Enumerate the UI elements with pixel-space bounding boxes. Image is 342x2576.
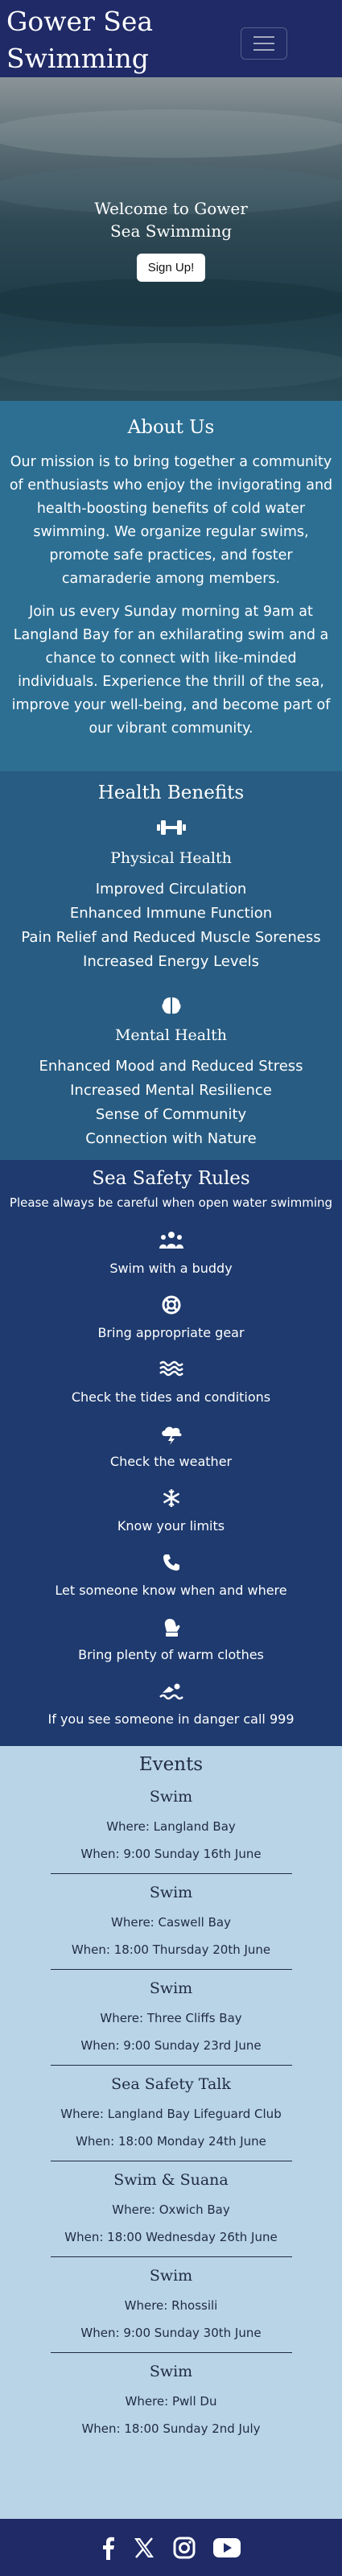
brand-logo-text[interactable]: Gower Sea Swimming xyxy=(6,3,200,77)
event-where: Where: Rhossili xyxy=(124,2298,218,2313)
event-card: Swim Where: Pwll Du When: 18:00 Sunday 2… xyxy=(51,2353,292,2448)
event-card: Swim Where: Three Cliffs Bay When: 9:00 … xyxy=(50,1970,292,2066)
event-card: Swim Where: Caswell Bay When: 18:00 Thur… xyxy=(50,1874,292,1970)
swimmer-icon xyxy=(0,1682,342,1704)
event-title: Swim xyxy=(149,1788,193,1806)
x-twitter-icon[interactable] xyxy=(133,2537,155,2559)
events-heading: Events xyxy=(138,1754,204,1775)
mental-health-list: Enhanced Mood and Reduced Stress Increas… xyxy=(0,1055,342,1151)
event-where: Where: Oxwich Bay xyxy=(112,2202,230,2217)
safety-rule: If you see someone in danger call 999 xyxy=(0,1682,342,1728)
rule-label: Check the tides and conditions xyxy=(71,1389,271,1405)
list-item: Enhanced Mood and Reduced Stress xyxy=(39,1058,303,1075)
rule-label: Bring plenty of warm clothes xyxy=(78,1647,264,1662)
hero-title: Welcome to Gower Sea Swimming xyxy=(94,198,248,241)
hamburger-menu-icon xyxy=(253,36,274,38)
sign-up-button[interactable]: Sign Up! xyxy=(136,253,206,282)
safety-rule: Know your limits xyxy=(0,1488,342,1535)
event-title: Swim xyxy=(149,1884,193,1901)
about-heading: About Us xyxy=(127,417,215,438)
event-title: Swim & Suana xyxy=(113,2171,229,2189)
event-when: When: 9:00 Sunday 23rd June xyxy=(80,2038,262,2053)
event-when: When: 18:00 Monday 24th June xyxy=(76,2134,266,2149)
about-section: About Us Our mission is to bring togethe… xyxy=(0,401,342,771)
event-where: Where: Three Cliffs Bay xyxy=(100,2011,242,2025)
rule-label: Bring appropriate gear xyxy=(97,1325,245,1340)
safety-rule: Check the weather xyxy=(0,1424,342,1471)
dumbbell-icon xyxy=(0,818,342,839)
safety-rule: Check the tides and conditions xyxy=(0,1360,342,1406)
about-paragraph: Join us every Sunday morning at 9am at L… xyxy=(11,604,331,737)
event-card: Swim Where: Langland Bay When: 9:00 Sund… xyxy=(50,1778,292,1874)
instagram-icon[interactable] xyxy=(173,2537,196,2559)
event-card: Swim & Suana Where: Oxwich Bay When: 18:… xyxy=(50,2161,292,2257)
health-heading: Health Benefits xyxy=(97,782,245,803)
footer xyxy=(0,2519,342,2576)
about-paragraph: Our mission is to bring together a commu… xyxy=(9,454,333,587)
hero-section: Welcome to Gower Sea Swimming Sign Up! xyxy=(0,77,342,401)
cloud-bolt-icon xyxy=(0,1424,342,1447)
snowflake-icon xyxy=(0,1488,342,1511)
list-item: Increased Mental Resilience xyxy=(70,1082,272,1099)
sea-safety-section: Sea Safety Rules Please always be carefu… xyxy=(0,1160,342,1746)
rule-label: Let someone know when and where xyxy=(55,1583,287,1598)
event-where: Where: Pwll Du xyxy=(125,2394,217,2409)
safety-rule: Bring plenty of warm clothes xyxy=(0,1617,342,1664)
event-when: When: 18:00 Sunday 2nd July xyxy=(81,2421,261,2436)
list-item: Sense of Community xyxy=(95,1106,247,1123)
physical-health-list: Improved Circulation Enhanced Immune Fun… xyxy=(0,877,342,974)
event-when: When: 9:00 Sunday 16th June xyxy=(80,1847,262,1861)
safety-rule: Bring appropriate gear xyxy=(0,1295,342,1342)
safety-rule: Swim with a buddy xyxy=(0,1231,342,1278)
event-when: When: 18:00 Wednesday 26th June xyxy=(64,2230,278,2244)
facebook-icon[interactable] xyxy=(102,2536,115,2560)
list-item: Connection with Nature xyxy=(85,1130,257,1147)
safety-rule: Let someone know when and where xyxy=(0,1553,342,1600)
events-section: Events Swim Where: Langland Bay When: 9:… xyxy=(0,1746,342,2519)
list-item: Increased Energy Levels xyxy=(83,953,259,970)
mental-health-title: Mental Health xyxy=(114,1026,228,1044)
navbar-toggle-button[interactable] xyxy=(241,27,287,60)
list-item: Enhanced Immune Function xyxy=(69,905,273,922)
health-benefits-section: Health Benefits Physical Health Improved… xyxy=(0,771,342,1160)
safety-heading: Sea Safety Rules xyxy=(92,1168,250,1189)
rule-label: If you see someone in danger call 999 xyxy=(47,1711,295,1727)
event-title: Sea Safety Talk xyxy=(111,2075,231,2093)
brain-icon xyxy=(0,995,342,1016)
mitten-icon xyxy=(0,1617,342,1640)
safety-subtitle: Please always be careful when open water… xyxy=(9,1195,333,1210)
phone-icon xyxy=(0,1553,342,1575)
list-item: Pain Relief and Reduced Muscle Soreness xyxy=(21,929,321,946)
rule-label: Check the weather xyxy=(109,1454,233,1469)
event-when: When: 9:00 Sunday 30th June xyxy=(80,2326,262,2340)
life-ring-icon xyxy=(0,1295,342,1318)
event-title: Swim xyxy=(149,2267,193,2285)
event-card: Sea Safety Talk Where: Langland Bay Life… xyxy=(50,2066,292,2161)
event-card: Swim Where: Rhossili When: 9:00 Sunday 3… xyxy=(50,2257,292,2353)
rule-label: Swim with a buddy xyxy=(109,1261,233,1276)
water-icon xyxy=(0,1360,342,1382)
event-where: Where: Caswell Bay xyxy=(111,1915,231,1930)
event-when: When: 18:00 Thursday 20th June xyxy=(71,1942,271,1957)
event-title: Swim xyxy=(149,2363,193,2380)
youtube-icon[interactable] xyxy=(212,2537,241,2558)
rule-label: Know your limits xyxy=(117,1518,225,1534)
event-title: Swim xyxy=(149,1979,193,1997)
navbar: Gower Sea Swimming xyxy=(0,0,342,77)
event-where: Where: Langland Bay xyxy=(106,1819,236,1834)
physical-health-title: Physical Health xyxy=(110,849,232,867)
people-group-icon xyxy=(0,1231,342,1253)
event-where: Where: Langland Bay Lifeguard Club xyxy=(60,2107,282,2121)
list-item: Improved Circulation xyxy=(95,881,247,898)
